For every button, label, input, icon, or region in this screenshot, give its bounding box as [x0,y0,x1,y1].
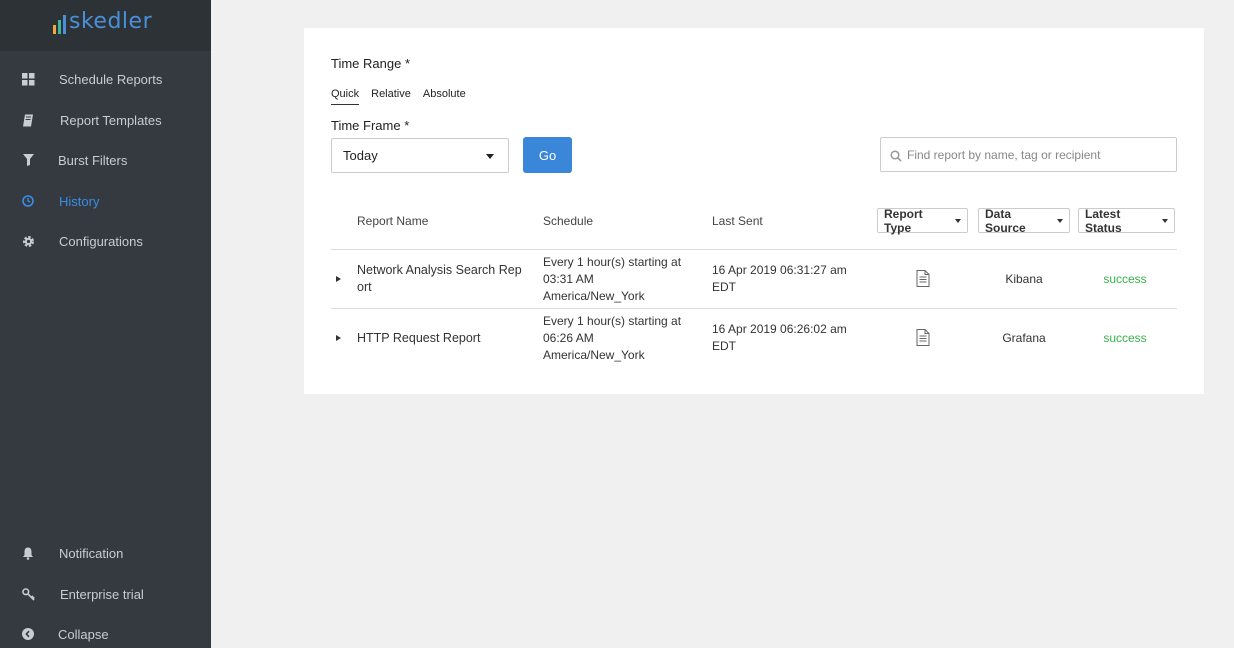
sidebar-item-label: Burst Filters [58,152,128,168]
grid-icon [21,72,35,86]
status-badge: success [1103,331,1147,345]
sidebar-item-label: Report Templates [60,112,162,128]
sidebar-item-configurations[interactable]: Configurations [0,221,211,261]
data-source-cell: Grafana [1002,331,1046,345]
report-type-filter-button[interactable]: Report Type [877,206,968,235]
sidebar-item-notification[interactable]: Notification [0,533,211,573]
last-sent-cell: 16 Apr 2019 06:26:02 am EDT [712,322,847,353]
column-header-report-name: Report Name [357,214,429,228]
header-divider [331,249,1177,250]
last-sent-cell: 16 Apr 2019 06:31:27 am EDT [712,263,847,294]
sidebar-item-label: Enterprise trial [60,586,144,602]
sidebar: skedler Schedule Reports Report Template… [0,0,211,648]
sidebar-item-label: Collapse [58,626,109,642]
expand-row-icon[interactable] [336,335,341,341]
sidebar-item-label: Configurations [59,233,143,249]
time-range-label: Time Range * [331,56,410,71]
caret-down-icon [955,218,961,223]
caret-down-icon [1057,218,1063,223]
column-header-last-sent: Last Sent [712,214,763,228]
sidebar-item-report-templates[interactable]: Report Templates [0,100,211,140]
sidebar-item-enterprise-trial[interactable]: Enterprise trial [0,574,211,614]
sidebar-item-label: Schedule Reports [59,71,163,87]
expand-row-icon[interactable] [336,276,341,282]
book-icon [21,113,35,127]
gear-icon [21,234,35,248]
go-button[interactable]: Go [523,137,572,173]
time-frame-label: Time Frame * [331,118,410,133]
tab-absolute[interactable]: Absolute [423,88,466,105]
logo-text: skedler [69,9,153,34]
search-box [880,137,1177,172]
latest-status-filter-button[interactable]: Latest Status [1078,206,1175,235]
time-range-tabs: Quick Relative Absolute [331,88,466,105]
status-badge: success [1103,272,1147,286]
app-logo[interactable]: skedler [53,8,152,34]
document-icon[interactable] [916,270,930,292]
sidebar-item-burst-filters[interactable]: Burst Filters [0,140,211,180]
filter-icon [21,153,35,167]
data-source-filter-button[interactable]: Data Source [978,206,1070,235]
data-source-cell: Kibana [1005,272,1043,286]
schedule-cell: Every 1 hour(s) starting at 06:26 AM Ame… [543,314,682,362]
time-frame-value: Today [343,148,378,163]
latest-status-filter-label: Latest Status [1085,206,1122,235]
document-icon[interactable] [916,329,930,351]
search-icon [890,149,902,167]
time-frame-select[interactable]: Today [331,138,509,173]
sidebar-item-label: Notification [59,545,124,561]
logo-bar: skedler [0,0,211,51]
history-panel: Time Range * Quick Relative Absolute Tim… [304,28,1204,394]
sidebar-item-schedule-reports[interactable]: Schedule Reports [0,59,211,99]
clock-icon [21,194,35,208]
report-name[interactable]: HTTP Request Report [357,330,532,347]
sidebar-item-history[interactable]: History [0,181,211,221]
schedule-cell: Every 1 hour(s) starting at 03:31 AM Ame… [543,255,682,303]
sidebar-item-label: History [59,193,100,209]
sidebar-item-collapse[interactable]: Collapse [0,614,211,648]
tab-relative[interactable]: Relative [371,88,411,105]
tab-quick[interactable]: Quick [331,88,360,105]
search-input[interactable] [907,138,1172,171]
data-source-filter-label: Data Source [985,206,1026,235]
bell-icon [21,546,35,560]
caret-down-icon [486,154,494,159]
chevron-left-circle-icon [21,627,35,641]
logo-bars-icon [53,14,66,34]
row-divider [331,308,1177,309]
report-type-filter-label: Report Type [884,206,923,235]
report-name[interactable]: Network Analysis Search Rep ort [357,262,532,296]
key-icon [21,587,35,601]
caret-down-icon [1162,218,1168,223]
column-header-schedule: Schedule [543,214,594,228]
